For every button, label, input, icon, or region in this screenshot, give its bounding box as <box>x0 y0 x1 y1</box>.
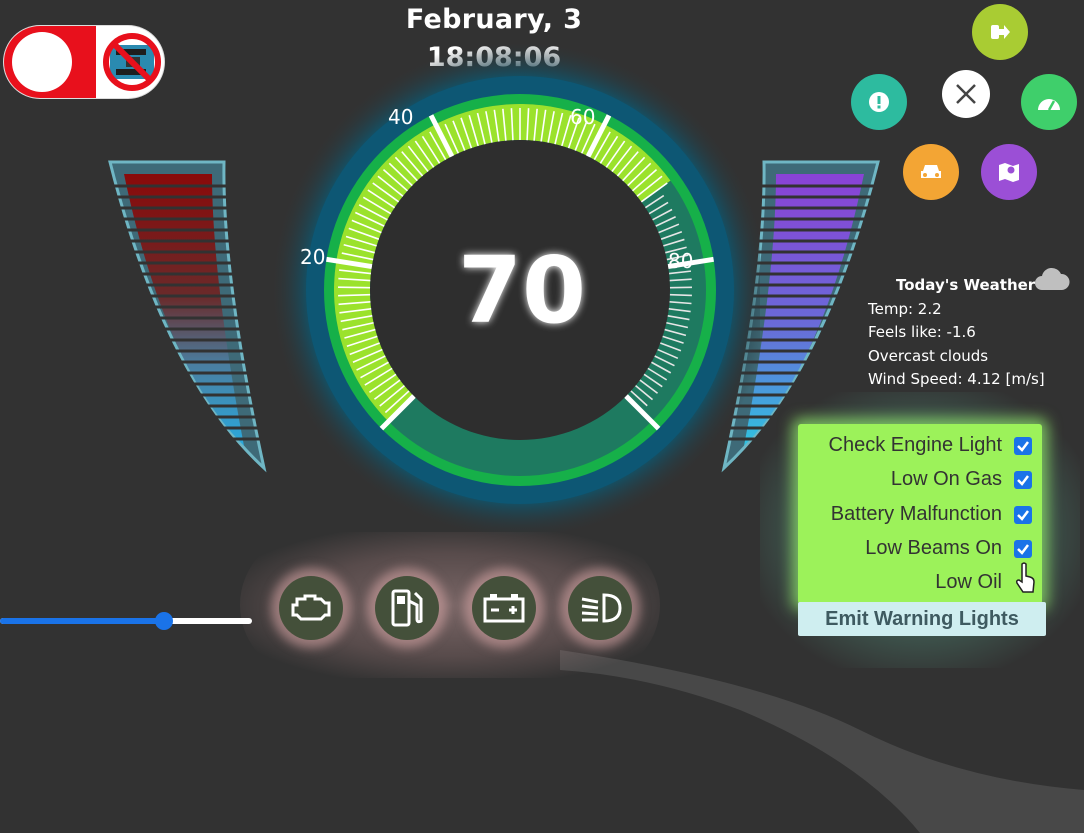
exclamation-icon <box>869 92 889 112</box>
speed-readout: 70 <box>458 237 586 344</box>
toggle-knob[interactable] <box>12 32 72 92</box>
weather-wind: Wind Speed: 4.12 [m/s] <box>868 370 1045 388</box>
exit-button[interactable] <box>972 4 1028 60</box>
speedometer-icon <box>1038 99 1060 111</box>
battery-icon <box>483 594 525 623</box>
car-icon <box>921 165 941 178</box>
tick-label-60: 60 <box>570 105 595 129</box>
battery-indicator <box>472 576 536 640</box>
warning-option-label: Low Beams On <box>865 537 1002 559</box>
low-gas-checkbox[interactable] <box>1014 470 1032 489</box>
low-beams-indicator <box>568 576 632 640</box>
cloud-icon <box>1035 267 1070 290</box>
warning-option-label: Check Engine Light <box>828 434 1002 456</box>
close-icon <box>956 84 976 104</box>
battery-checkbox[interactable] <box>1014 505 1032 524</box>
weather-temp: Temp: 2.2 <box>868 299 942 318</box>
checkmark-icon <box>1017 440 1029 452</box>
weather-panel: Today's Weather Temp: 2.2 Feels like: -1… <box>868 267 1078 392</box>
engine-icon <box>291 594 331 621</box>
gauge-minor-tick <box>338 286 371 289</box>
tick-label-40: 40 <box>388 105 413 129</box>
arduino-connection-toggle[interactable] <box>4 26 164 98</box>
speed-slider-fill <box>0 618 164 624</box>
warning-option-label: Low On Gas <box>890 468 1002 490</box>
warning-option-label: Low Oil <box>935 571 1002 593</box>
fuel-icon <box>391 589 423 627</box>
check-engine-checkbox[interactable] <box>1014 436 1032 455</box>
arduino-disabled-icon <box>103 33 161 91</box>
checkmark-icon <box>1017 509 1029 521</box>
map-icon <box>999 163 1019 182</box>
gauge-minor-tick <box>338 293 371 297</box>
tick-label-20: 20 <box>300 245 325 269</box>
warning-option-check-engine[interactable]: Check Engine Light <box>829 434 1032 457</box>
warning-button[interactable] <box>851 74 907 130</box>
low-beams-checkbox[interactable] <box>1014 539 1032 558</box>
checkmark-icon <box>1017 474 1029 486</box>
weather-feels-like: Feels like: -1.6 <box>868 323 976 341</box>
mouse-cursor-icon <box>1016 562 1035 593</box>
map-button[interactable] <box>981 144 1037 200</box>
exit-icon <box>991 25 1010 39</box>
warning-option-low-beams[interactable]: Low Beams On <box>865 537 1032 560</box>
headlight-icon <box>581 593 622 623</box>
warning-option-label: Battery Malfunction <box>830 503 1002 525</box>
weather-description: Overcast clouds <box>868 346 989 365</box>
gauge-minor-tick <box>669 293 692 297</box>
warning-option-battery[interactable]: Battery Malfunction <box>831 503 1032 526</box>
warning-options-panel: Check Engine Light Low On Gas Battery Ma… <box>798 424 1042 604</box>
tick-label-80: 80 <box>668 249 693 273</box>
decorative-swoosh <box>560 650 1084 833</box>
low-gas-indicator <box>375 576 439 640</box>
checkmark-icon <box>1017 543 1029 555</box>
emit-warning-lights-button[interactable]: Emit Warning Lights <box>798 602 1046 636</box>
speedometer-button[interactable] <box>1021 74 1077 130</box>
car-button[interactable] <box>903 144 959 200</box>
warning-option-low-gas[interactable]: Low On Gas <box>891 468 1032 491</box>
check-engine-indicator <box>279 576 343 640</box>
speedometer: 20 40 60 80 70 <box>270 40 760 540</box>
speed-slider-thumb[interactable] <box>154 612 173 630</box>
close-menu-button[interactable] <box>942 70 990 118</box>
